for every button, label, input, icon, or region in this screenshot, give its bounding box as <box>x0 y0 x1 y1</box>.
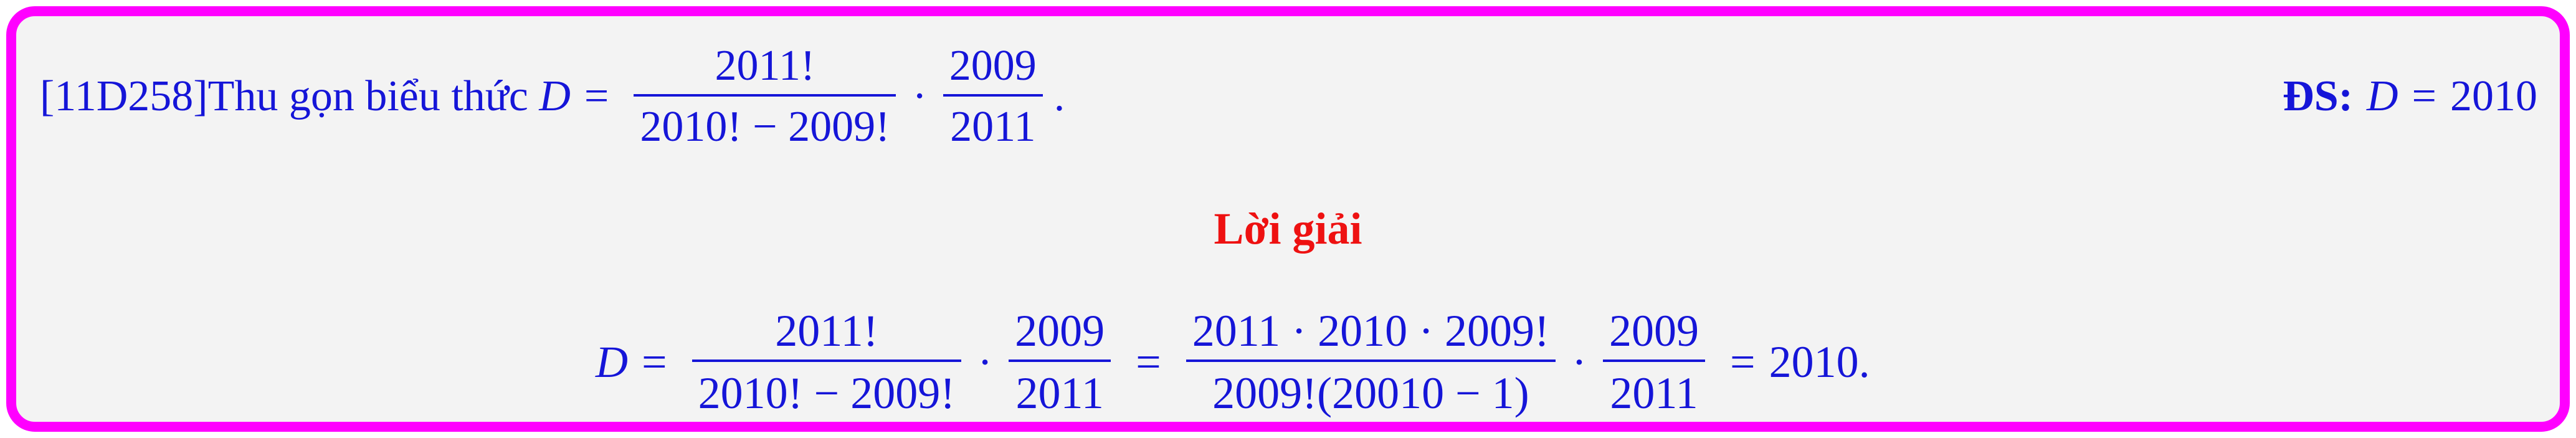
equals-sign: = <box>1730 336 1756 387</box>
equals-sign: = <box>1136 336 1161 387</box>
problem-code: [11D258] <box>40 72 208 120</box>
problem-statement: [11D258] Thu gọn biểu thức D = 2011! 201… <box>40 31 1065 162</box>
fraction-numerator: 2011! <box>715 42 815 90</box>
fraction-numerator: 2009 <box>1609 306 1699 356</box>
fraction-numerator: 2011 · 2010 · 2009! <box>1192 306 1550 356</box>
solution-equation: D = 2011! 2010! − 2009! · 2009 2011 = 20… <box>596 290 1870 434</box>
fraction-denominator: 2011 <box>950 103 1036 151</box>
answer: ĐS: D = 2010 <box>2283 31 2537 162</box>
fraction: 2011! 2010! − 2009! <box>634 44 896 149</box>
fraction: 2009 2011 <box>1603 306 1706 418</box>
equals-sign: = <box>584 72 609 120</box>
problem-text: Thu gọn biểu thức <box>207 72 539 120</box>
multiply-dot: · <box>912 72 927 120</box>
fraction-denominator: 2010! − 2009! <box>640 103 890 151</box>
solution-title: Lời giải <box>1214 204 1362 254</box>
equals-sign: = <box>642 336 667 387</box>
fraction: 2009 2011 <box>1009 308 1111 416</box>
solution-result: 2010. <box>1769 336 1870 387</box>
fraction: 2011! 2010! − 2009! <box>692 308 962 416</box>
fraction-numerator: 2011! <box>775 306 878 356</box>
answer-label: ĐS: <box>2283 72 2353 120</box>
fraction-denominator: 2010! − 2009! <box>698 368 956 418</box>
exercise-box: [11D258] Thu gọn biểu thức D = 2011! 201… <box>6 6 2570 432</box>
fraction: 2011 · 2010 · 2009! 2009!(20010 − 1) <box>1186 308 1556 416</box>
fraction-denominator: 2011 <box>1610 368 1698 418</box>
problem-variable: D <box>539 72 571 120</box>
multiply-dot: · <box>1572 336 1587 387</box>
period: . <box>1053 72 1065 120</box>
equals-sign: = <box>2412 72 2436 120</box>
fraction-denominator: 2009!(20010 − 1) <box>1212 368 1529 418</box>
fraction-denominator: 2011 <box>1015 368 1104 418</box>
multiply-dot: · <box>977 336 993 387</box>
answer-value: 2010 <box>2450 72 2537 120</box>
fraction-numerator: 2009 <box>1015 306 1105 356</box>
answer-variable: D <box>2366 72 2398 120</box>
fraction-numerator: 2009 <box>949 42 1037 90</box>
solution-variable: D <box>596 336 628 387</box>
fraction: 2009 2011 <box>943 44 1043 149</box>
